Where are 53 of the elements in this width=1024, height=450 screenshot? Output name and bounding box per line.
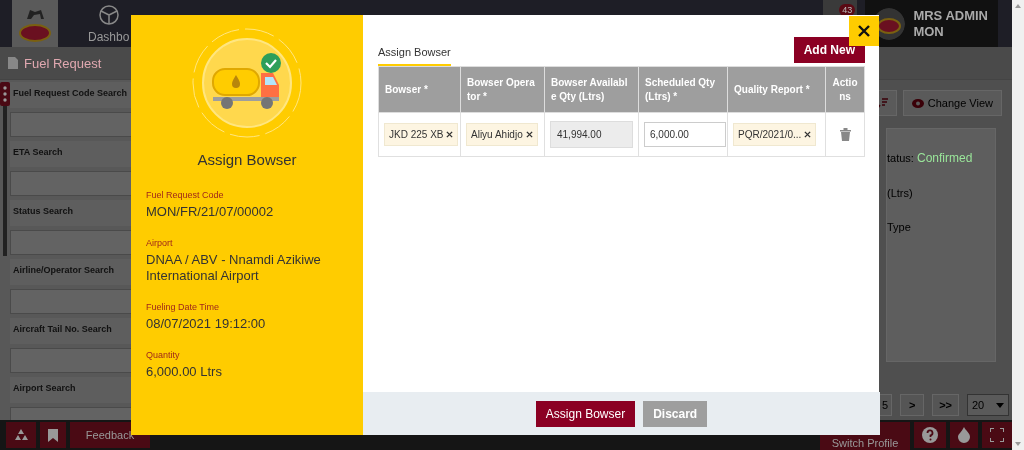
assign-bowser-button[interactable]: Assign Bowser [535, 400, 636, 427]
bookmark-button[interactable] [40, 422, 66, 448]
bookmark-icon [48, 428, 58, 442]
column-header: Actions [825, 66, 865, 113]
detail-text: (Ltrs) [887, 187, 914, 199]
column-header: Bowser * [378, 66, 461, 113]
add-new-button[interactable]: Add New [793, 37, 865, 63]
selected-tag[interactable]: Aliyu Ahidjo [466, 123, 538, 146]
help-icon [922, 427, 938, 443]
column-header: Bowser Operator * [460, 66, 545, 113]
detail-label: Fuel Request Code [146, 190, 225, 200]
help-button[interactable] [914, 422, 946, 448]
nav-label[interactable]: Dashbo [88, 29, 130, 44]
trash-icon[interactable] [839, 128, 851, 141]
fullscreen-icon [990, 428, 1004, 442]
detail-value: 6,000.00 Ltrs [146, 364, 223, 380]
remove-icon[interactable] [446, 131, 454, 138]
document-icon [8, 57, 18, 69]
detail-value: 08/07/2021 19:12:00 [146, 316, 267, 332]
detail-value: DNAA / ABV - Nnamdi Azikiwe International Airport [146, 252, 322, 284]
detail-label: Airport [146, 238, 174, 248]
close-icon [858, 25, 870, 37]
user-name: MRS ADMIN [913, 7, 988, 24]
caret-icon [996, 402, 1004, 408]
detail-label: Fueling Date Time [146, 302, 221, 312]
page-size-select[interactable]: 20 [967, 394, 1009, 416]
selected-tag[interactable]: PQR/2021/0... [733, 123, 817, 146]
dialog-title: Assign Bowser [197, 151, 297, 168]
flame-icon [958, 427, 970, 443]
recycle-icon [14, 428, 28, 442]
column-header: Bowser Available Qty (Ltrs) [544, 66, 639, 113]
page-title: Fuel Request [24, 55, 102, 71]
change-view-button[interactable]: Change View [902, 90, 1002, 116]
notification-badge: 43 [839, 4, 856, 16]
remove-icon[interactable] [525, 131, 533, 138]
recycle-button[interactable] [6, 422, 36, 448]
detail-label: Quantity [146, 350, 181, 360]
remove-icon[interactable] [804, 131, 812, 138]
eye-icon [911, 98, 924, 108]
detail-text: Type [887, 221, 912, 233]
user-subtitle: MON [913, 23, 945, 40]
status-text: tatus: Confirmed [887, 151, 974, 165]
fullscreen-button[interactable] [982, 422, 1012, 448]
input-field[interactable]: 6,000.00 [644, 122, 726, 147]
column-header: Quality Report * [727, 66, 826, 113]
detail-value: MON/FR/21/07/00002 [146, 204, 275, 220]
close-button[interactable] [849, 16, 879, 46]
column-header: Scheduled Qty (Ltrs) * [638, 66, 728, 113]
flame-button[interactable] [950, 422, 978, 448]
selected-tag[interactable]: JKD 225 XB [384, 123, 459, 146]
steering-wheel-icon[interactable] [97, 3, 120, 26]
menu-dots-icon[interactable] [0, 82, 10, 106]
readonly-field: 41,994.00 [550, 121, 633, 148]
